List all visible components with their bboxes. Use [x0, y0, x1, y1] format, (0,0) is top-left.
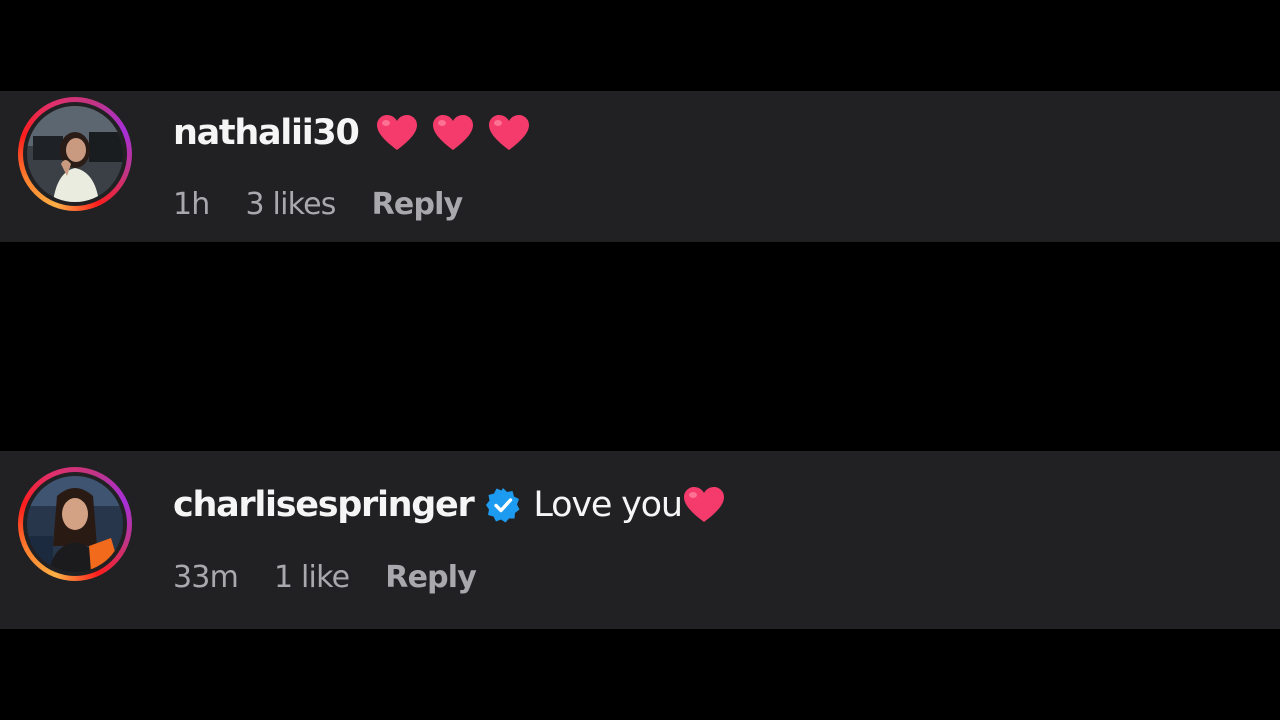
comments-page: nathalii30 1h 3 likes Reply charlisespri…: [0, 0, 1280, 720]
comment-row: charlisespringer Love you 33m 1 like Rep…: [0, 451, 1280, 629]
red-heart-emoji-icon: [682, 485, 726, 525]
comment-meta: 33m 1 like Reply: [173, 558, 477, 598]
reply-button[interactable]: Reply: [385, 558, 477, 598]
avatar[interactable]: [27, 476, 123, 572]
comment-text: Love you: [533, 485, 683, 525]
timestamp: 1h: [173, 187, 210, 222]
red-heart-emoji-icon: [375, 113, 419, 153]
comment-row: nathalii30 1h 3 likes Reply: [0, 91, 1280, 242]
username-link[interactable]: charlisespringer: [173, 483, 475, 527]
reply-button[interactable]: Reply: [372, 185, 464, 225]
comment-line: nathalii30: [173, 111, 531, 155]
red-heart-emoji-icon: [431, 113, 475, 153]
username-link[interactable]: nathalii30: [173, 111, 360, 155]
comment-meta: 1h 3 likes Reply: [173, 185, 464, 225]
story-ring[interactable]: [18, 467, 132, 581]
likes-count[interactable]: 3 likes: [246, 185, 337, 225]
timestamp: 33m: [173, 560, 239, 595]
likes-count[interactable]: 1 like: [274, 558, 350, 598]
avatar[interactable]: [27, 106, 123, 202]
red-heart-emoji-icon: [487, 113, 531, 153]
comment-line: charlisespringer Love you: [173, 483, 726, 527]
story-ring[interactable]: [18, 97, 132, 211]
verified-badge-icon: [485, 487, 521, 523]
